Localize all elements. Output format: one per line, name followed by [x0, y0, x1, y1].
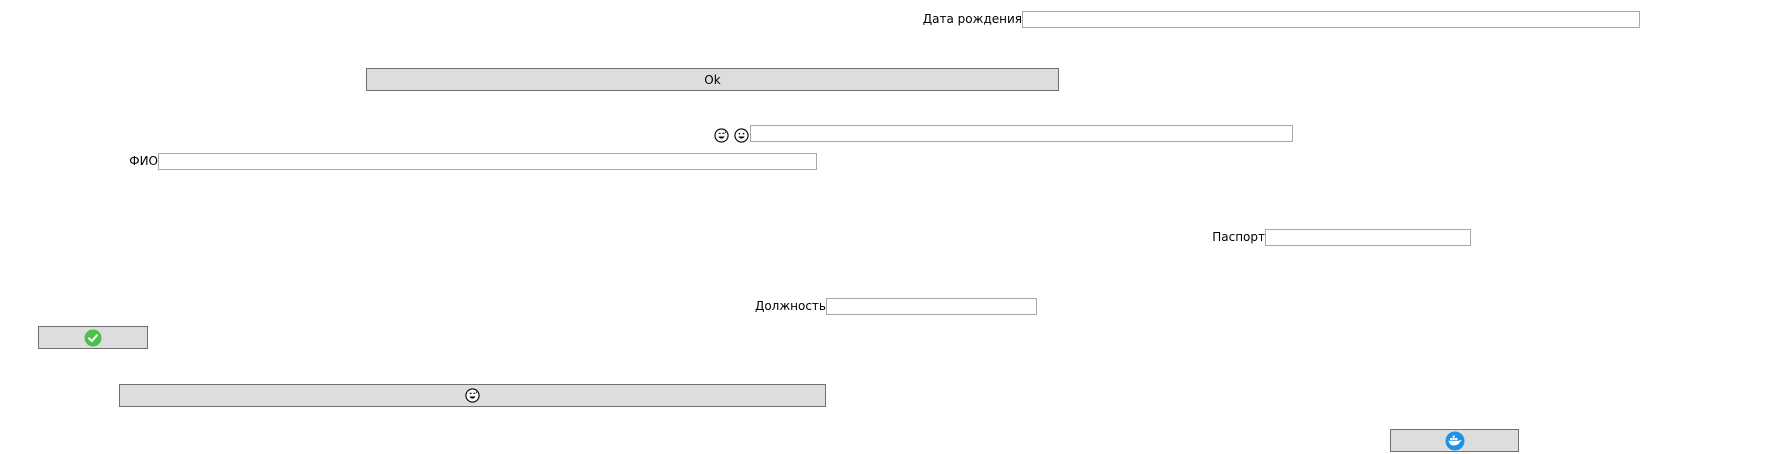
grinning-sweat-face-icon [465, 388, 480, 403]
grinning-sweat-face-icon [714, 128, 729, 143]
check-circle-icon [84, 329, 102, 346]
position-field[interactable] [826, 298, 1037, 315]
passport-label: Паспорт [1212, 230, 1265, 244]
emoji-field[interactable] [750, 125, 1293, 142]
docker-whale-icon [1445, 431, 1464, 450]
birth-date-field[interactable] [1022, 11, 1640, 28]
passport-field[interactable] [1265, 229, 1471, 246]
fio-label: ФИО [129, 154, 158, 168]
grinning-face-icon [734, 128, 749, 143]
docker-button[interactable] [1390, 429, 1519, 452]
ok-button[interactable]: Ok [366, 68, 1059, 91]
position-label: Должность [754, 299, 826, 313]
confirm-button[interactable] [38, 326, 148, 349]
birth-date-label: Дата рождения [922, 12, 1022, 26]
emoji-button[interactable] [119, 384, 826, 407]
fio-field[interactable] [158, 153, 817, 170]
